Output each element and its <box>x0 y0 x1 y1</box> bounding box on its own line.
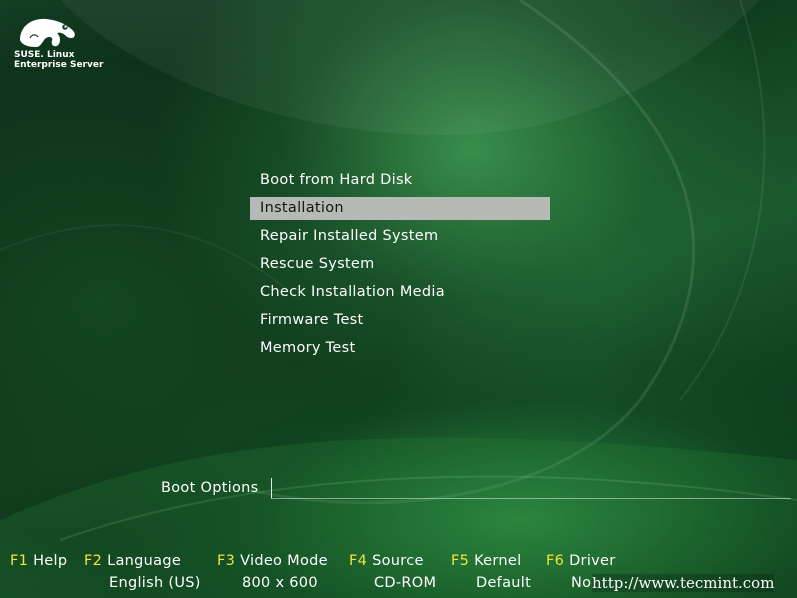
menu-item-check-installation-media[interactable]: Check Installation Media <box>250 281 550 304</box>
menu-item-rescue-system[interactable]: Rescue System <box>250 253 550 276</box>
menu-item-repair-installed-system[interactable]: Repair Installed System <box>250 225 550 248</box>
fkey-f5-kernel[interactable]: F5 Kernel Default <box>451 552 531 596</box>
fkey-f3-video-mode[interactable]: F3 Video Mode 800 x 600 <box>217 552 328 596</box>
fkey-f6-key: F6 <box>546 553 565 569</box>
fkey-f5-name: Kernel <box>474 553 522 569</box>
fkey-f2-name: Language <box>107 553 182 569</box>
menu-item-boot-from-hard-disk[interactable]: Boot from Hard Disk <box>250 169 550 192</box>
watermark-url: http://www.tecmint.com <box>592 574 775 592</box>
logo-text-line2: Enterprise Server <box>14 60 104 70</box>
fkey-f3-key: F3 <box>217 553 236 569</box>
fkey-f3-label: F3 Video Mode <box>217 552 328 570</box>
fkey-f3-value: 800 x 600 <box>242 575 318 591</box>
chameleon-logo-icon <box>20 18 75 47</box>
fkey-f4-value: CD-ROM <box>374 575 437 591</box>
fkey-f5-label: F5 Kernel <box>451 552 531 570</box>
boot-options: Boot Options <box>161 478 791 502</box>
fkey-f4-key: F4 <box>349 553 368 569</box>
menu-item-installation[interactable]: Installation <box>250 197 550 220</box>
menu-item-memory-test[interactable]: Memory Test <box>250 337 550 360</box>
boot-options-input[interactable] <box>271 478 791 499</box>
fkey-f1-help[interactable]: F1 Help <box>10 552 67 596</box>
fkey-f6-name: Driver <box>569 553 616 569</box>
fkey-f2-value: English (US) <box>109 575 201 591</box>
fkey-f4-label: F4 Source <box>349 552 436 570</box>
fkey-f5-value: Default <box>476 575 532 591</box>
logo-text-line1: SUSE. Linux <box>14 50 75 60</box>
fkey-f2-language[interactable]: F2 Language English (US) <box>84 552 201 596</box>
fkey-f3-name: Video Mode <box>240 553 328 569</box>
menu-item-firmware-test[interactable]: Firmware Test <box>250 309 550 332</box>
fkey-f1-key: F1 <box>10 553 29 569</box>
boot-menu: Boot from Hard Disk Installation Repair … <box>250 169 550 365</box>
boot-screen: SUSE. Linux Enterprise Server Boot from … <box>0 0 797 598</box>
fkey-f2-label: F2 Language <box>84 552 201 570</box>
boot-options-label: Boot Options <box>161 480 259 496</box>
fkey-f4-name: Source <box>372 553 424 569</box>
fkey-f1-label: F1 Help <box>10 552 67 570</box>
fkey-f2-key: F2 <box>84 553 103 569</box>
fkey-f1-name: Help <box>33 553 68 569</box>
fkey-f4-source[interactable]: F4 Source CD-ROM <box>349 552 436 596</box>
suse-logo: SUSE. Linux Enterprise Server <box>14 14 124 70</box>
fkey-f6-label: F6 Driver <box>546 552 616 570</box>
fkey-f5-key: F5 <box>451 553 470 569</box>
